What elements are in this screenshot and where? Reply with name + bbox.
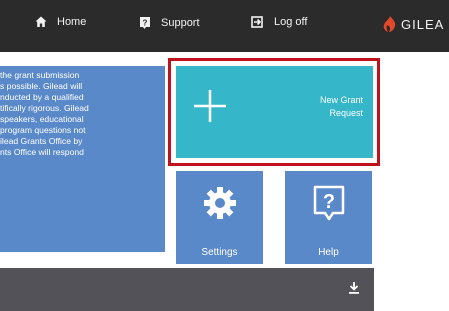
svg-text:?: ? <box>322 191 334 213</box>
info-line: program questions not <box>0 125 86 135</box>
help-badge-icon: ? <box>139 16 151 30</box>
new-grant-label-line2: Request <box>329 108 363 118</box>
gilead-logo[interactable]: GILEA <box>383 16 444 32</box>
nav-home-label: Home <box>57 16 87 28</box>
help-label: Help <box>318 247 339 258</box>
question-mark-icon: ? <box>285 185 372 223</box>
gear-icon <box>176 185 263 221</box>
info-line: nts Office will respond <box>0 147 84 157</box>
nav-logoff-label: Log off <box>274 16 308 28</box>
top-navigation-bar: Home ? Support Log off GILEA <box>0 0 449 52</box>
section-bar <box>0 268 374 311</box>
home-icon <box>35 16 47 28</box>
settings-label: Settings <box>201 247 238 258</box>
nav-logoff[interactable]: Log off <box>251 16 307 28</box>
nav-support-label: Support <box>161 17 200 29</box>
settings-button[interactable]: Settings <box>176 171 263 264</box>
plus-icon <box>192 88 228 129</box>
info-line: tifically rigorous. Gilead <box>0 103 89 113</box>
info-line: speakers, educational <box>0 114 84 124</box>
info-line: s possible. Gilead will <box>0 81 83 91</box>
nav-home[interactable]: Home <box>35 16 86 28</box>
grant-info-panel: the grant submission s possible. Gilead … <box>0 66 165 252</box>
logout-icon <box>251 16 264 28</box>
new-grant-label: New Grant Request <box>320 94 363 120</box>
download-icon[interactable] <box>348 281 360 300</box>
info-line: nducted by a qualified <box>0 92 84 102</box>
nav-support[interactable]: ? Support <box>139 16 200 30</box>
help-button[interactable]: ? Help <box>285 171 372 264</box>
logo-flame-icon <box>383 16 396 32</box>
logo-text: GILEA <box>401 16 445 32</box>
info-line: ilead Grants Office by <box>0 136 83 146</box>
info-line: the grant submission <box>0 70 80 80</box>
new-grant-label-line1: New Grant <box>319 95 363 105</box>
svg-text:?: ? <box>143 19 148 28</box>
new-grant-request-button[interactable]: New Grant Request <box>176 66 373 158</box>
